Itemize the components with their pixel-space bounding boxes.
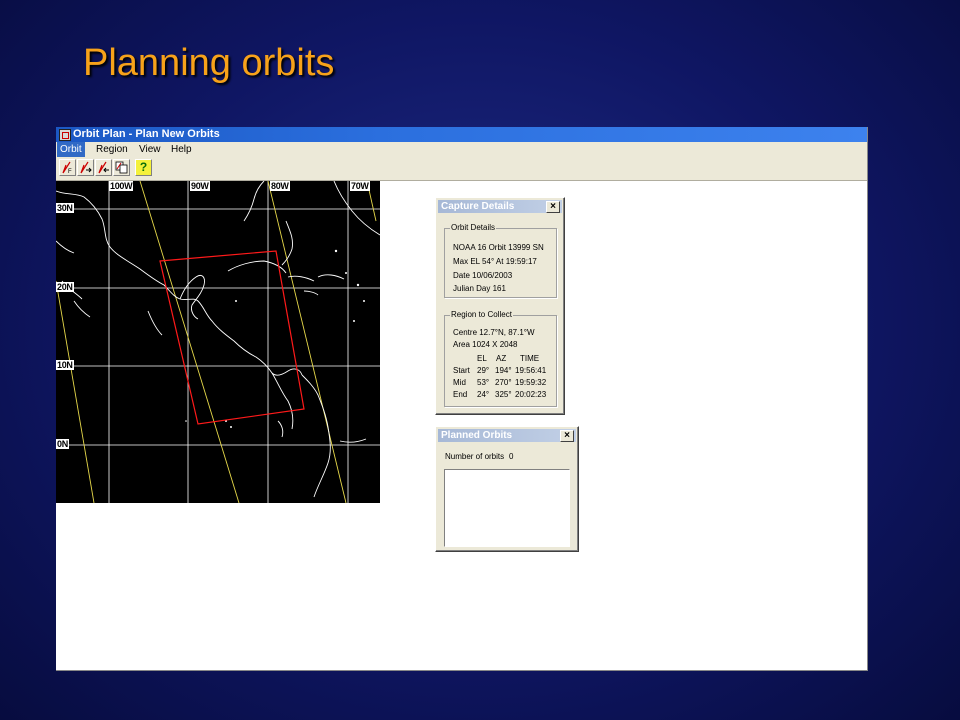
capture-region (159, 250, 305, 425)
row-end-label: End (453, 390, 468, 399)
orbit-r-icon (80, 161, 92, 174)
orbit-copy-icon (115, 161, 128, 174)
orbit-r-button[interactable] (77, 159, 94, 176)
lon-label-100w: 100W (109, 181, 134, 191)
window-titlebar[interactable]: Orbit Plan - Plan New Orbits (56, 127, 867, 142)
row-start-az: 194° (495, 366, 512, 375)
help-button[interactable]: ? (135, 159, 152, 176)
window-title: Orbit Plan - Plan New Orbits (73, 128, 220, 140)
toolbar: F ? (56, 157, 867, 181)
region-to-collect-legend: Region to Collect (450, 310, 513, 320)
orbit-f-button[interactable]: F (59, 159, 76, 176)
lat-label-30n: 30N (56, 203, 74, 213)
planned-orbits-titlebar[interactable]: Planned Orbits × (438, 429, 576, 442)
region-to-collect-group: Region to Collect Centre 12.7°N, 87.1°W … (444, 310, 557, 407)
capture-details-dialog: Capture Details × Orbit Details NOAA 16 … (435, 197, 565, 415)
orbit-satellite-line: NOAA 16 Orbit 13999 SN (453, 243, 544, 252)
orbit-l-icon (98, 161, 109, 174)
row-end-time: 20:02:23 (515, 390, 547, 399)
col-az-header: AZ (496, 354, 507, 363)
orbit-f-icon: F (62, 161, 72, 174)
menu-bar: Orbit Region View Help (56, 142, 867, 157)
row-mid-el: 53° (477, 378, 490, 387)
number-of-orbits-label: Number of orbits (445, 452, 505, 461)
menu-view[interactable]: View (136, 142, 164, 157)
menu-region[interactable]: Region (93, 142, 131, 157)
orbit-details-legend: Orbit Details (450, 223, 497, 233)
planned-orbits-dialog: Planned Orbits × Number of orbits 0 (435, 426, 579, 552)
row-mid-time: 19:59:32 (515, 378, 547, 387)
app-icon (59, 129, 71, 141)
capture-details-title: Capture Details (441, 201, 515, 212)
row-start-label: Start (453, 366, 470, 375)
svg-text:F: F (68, 169, 72, 174)
planned-orbits-title: Planned Orbits (441, 430, 513, 441)
row-start-time: 19:56:41 (515, 366, 547, 375)
row-mid-label: Mid (453, 378, 466, 387)
ground-tracks (56, 181, 377, 503)
planned-orbits-list[interactable] (444, 469, 570, 547)
map-view[interactable]: 100W 90W 80W 70W 30N 20N 10N 0N (56, 181, 380, 503)
orbit-details-group: Orbit Details NOAA 16 Orbit 13999 SN Max… (444, 223, 557, 298)
region-centre-line: Centre 12.7°N, 87.1°W (453, 328, 535, 337)
row-mid-az: 270° (495, 378, 512, 387)
capture-details-close-icon[interactable]: × (546, 201, 560, 213)
capture-details-titlebar[interactable]: Capture Details × (438, 200, 562, 213)
orbit-max-el-line: Max EL 54° At 19:59:17 (453, 257, 537, 266)
slide-title: Planning orbits (83, 42, 335, 84)
menu-help[interactable]: Help (168, 142, 195, 157)
menu-orbit[interactable]: Orbit (57, 142, 85, 157)
help-icon: ? (139, 160, 148, 174)
map-canvas (56, 181, 380, 503)
lat-label-20n: 20N (56, 282, 74, 292)
row-start-el: 29° (477, 366, 490, 375)
coastlines (56, 181, 380, 498)
lat-label-0n: 0N (56, 439, 69, 449)
lon-label-90w: 90W (190, 181, 210, 191)
lat-label-10n: 10N (56, 360, 74, 370)
lon-label-70w: 70W (350, 181, 370, 191)
row-end-el: 24° (477, 390, 490, 399)
region-area-line: Area 1024 X 2048 (453, 340, 518, 349)
orbit-l-button[interactable] (95, 159, 112, 176)
orbit-julian-day-line: Julian Day 161 (453, 284, 506, 293)
row-end-az: 325° (495, 390, 512, 399)
orbit-copy-button[interactable] (113, 159, 130, 176)
col-time-header: TIME (520, 354, 540, 363)
planned-orbits-close-icon[interactable]: × (560, 430, 574, 442)
orbit-date-line: Date 10/06/2003 (453, 271, 513, 280)
number-of-orbits-value: 0 (509, 452, 514, 461)
col-el-header: EL (477, 354, 487, 363)
lon-label-80w: 80W (270, 181, 290, 191)
